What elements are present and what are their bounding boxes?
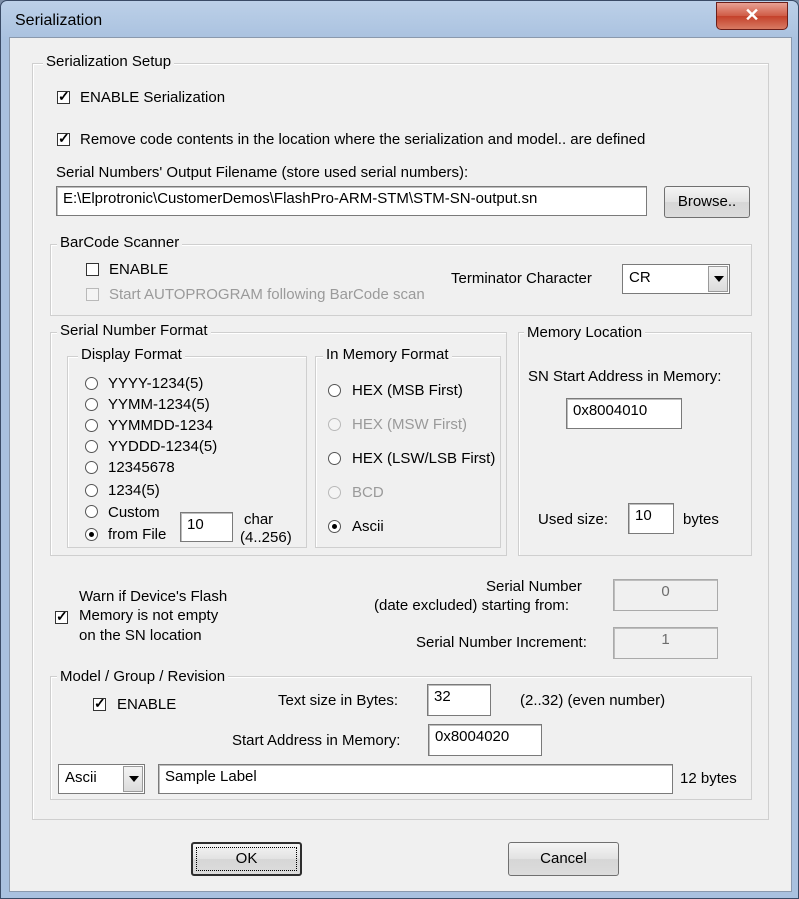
custom-from-file-radio[interactable]: [85, 528, 98, 541]
memory-ascii-label: Ascii: [352, 518, 384, 535]
barcode-enable-label: ENABLE: [109, 261, 169, 278]
model-start-address-label: Start Address in Memory:: [232, 732, 401, 749]
memory-bcd-radio[interactable]: [328, 486, 341, 499]
ok-focus-rect: [196, 847, 297, 871]
display-option-label-0: YYYY-1234(5): [108, 375, 204, 392]
model-enable-checkbox[interactable]: ✓: [93, 695, 106, 711]
display-option-radio-2[interactable]: [85, 419, 98, 432]
display-option-radio-0[interactable]: [85, 377, 98, 390]
display-option-radio-1[interactable]: [85, 398, 98, 411]
title-bar[interactable]: Serialization ✕: [1, 1, 798, 37]
display-option-radio-3[interactable]: [85, 440, 98, 453]
memory-location-legend: Memory Location: [524, 324, 646, 341]
browse-button[interactable]: Browse..: [664, 186, 750, 218]
text-size-field[interactable]: 32: [427, 684, 491, 716]
serial-number-format-legend: Serial Number Format: [57, 322, 211, 339]
terminator-character-value: CR: [629, 269, 651, 286]
remove-code-label: Remove code contents in the location whe…: [80, 131, 646, 148]
memory-hex-msw-radio[interactable]: [328, 418, 341, 431]
model-encoding-value: Ascii: [65, 769, 97, 786]
used-size-field: 10: [628, 503, 674, 534]
warn-label-line3: on the SN location: [79, 627, 202, 644]
memory-hex-lsw-label: HEX (LSW/LSB First): [352, 450, 496, 467]
serial-increment-label: Serial Number Increment:: [416, 634, 587, 651]
serial-start-label-line1: Serial Number: [486, 578, 582, 595]
display-option-label-3: YYDDD-1234(5): [108, 438, 218, 455]
char-range-label: (4..256): [240, 529, 292, 546]
autoprogram-checkbox[interactable]: [86, 288, 99, 301]
serial-start-field[interactable]: 0: [613, 579, 718, 611]
display-option-radio-5[interactable]: [85, 484, 98, 497]
enable-serialization-label: ENABLE Serialization: [80, 89, 226, 106]
display-option-label-5: 1234(5): [108, 482, 160, 499]
autoprogram-label: Start AUTOPROGRAM following BarCode scan: [109, 286, 425, 303]
model-label-field[interactable]: Sample Label: [158, 764, 673, 794]
sn-start-address-field[interactable]: 0x8004010: [566, 398, 682, 429]
memory-ascii-radio[interactable]: [328, 520, 341, 533]
close-icon[interactable]: ✕: [716, 2, 788, 30]
window-title: Serialization: [15, 12, 103, 29]
display-option-label-2: YYMMDD-1234: [108, 417, 214, 434]
chevron-down-icon[interactable]: [708, 266, 728, 292]
warn-label-line1: Warn if Device's Flash: [79, 588, 228, 605]
serial-increment-field[interactable]: 1: [613, 627, 718, 659]
sn-start-address-label: SN Start Address in Memory:: [528, 368, 722, 385]
output-filename-field[interactable]: E:\Elprotronic\CustomerDemos\FlashPro-AR…: [56, 186, 647, 216]
cancel-button[interactable]: Cancel: [508, 842, 619, 876]
terminator-character-label: Terminator Character: [451, 270, 592, 287]
custom-from-file-radio-top[interactable]: [85, 505, 98, 518]
warn-not-empty-checkbox[interactable]: ✓: [55, 608, 68, 624]
text-size-label: Text size in Bytes:: [278, 692, 399, 709]
serialization-setup-legend: Serialization Setup: [43, 53, 175, 70]
remove-code-checkbox[interactable]: ✓: [57, 130, 70, 146]
from-file-label: from File: [108, 526, 167, 543]
display-option-label-4: 12345678: [108, 459, 175, 476]
warn-label-line2: Memory is not empty: [79, 607, 219, 624]
serial-start-label-line2: (date excluded) starting from:: [374, 597, 570, 614]
chevron-down-icon[interactable]: [123, 766, 143, 792]
memory-hex-lsw-radio[interactable]: [328, 452, 341, 465]
barcode-enable-checkbox[interactable]: [86, 263, 99, 276]
char-count-field[interactable]: 10: [180, 512, 233, 542]
text-size-hint: (2..32) (even number): [520, 692, 666, 709]
model-enable-label: ENABLE: [117, 696, 177, 713]
char-label: char: [244, 511, 274, 528]
dialog-client-area: Serialization Setup ✓ ENABLE Serializati…: [9, 37, 792, 892]
used-size-label: Used size:: [538, 511, 609, 528]
ok-button[interactable]: OK: [191, 842, 302, 876]
model-group-revision-legend: Model / Group / Revision: [57, 668, 229, 685]
enable-serialization-checkbox[interactable]: ✓: [57, 88, 70, 104]
display-format-legend: Display Format: [78, 346, 185, 363]
memory-hex-msb-radio[interactable]: [328, 384, 341, 397]
output-filename-label: Serial Numbers' Output Filename (store u…: [56, 164, 469, 181]
model-encoding-select[interactable]: Ascii: [58, 764, 145, 794]
serialization-dialog: Serialization ✕ Serialization Setup ✓ EN…: [0, 0, 799, 899]
model-label-bytes: 12 bytes: [680, 770, 737, 787]
in-memory-format-legend: In Memory Format: [323, 346, 452, 363]
memory-hex-msb-label: HEX (MSB First): [352, 382, 463, 399]
custom-label: Custom: [108, 504, 160, 521]
barcode-scanner-legend: BarCode Scanner: [57, 234, 183, 251]
memory-hex-msw-label: HEX (MSW First): [352, 416, 467, 433]
model-start-address-field[interactable]: 0x8004020: [428, 724, 542, 756]
terminator-character-select[interactable]: CR: [622, 264, 730, 294]
used-size-unit: bytes: [683, 511, 719, 528]
display-option-label-1: YYMM-1234(5): [108, 396, 210, 413]
display-option-radio-4[interactable]: [85, 461, 98, 474]
memory-bcd-label: BCD: [352, 484, 384, 501]
